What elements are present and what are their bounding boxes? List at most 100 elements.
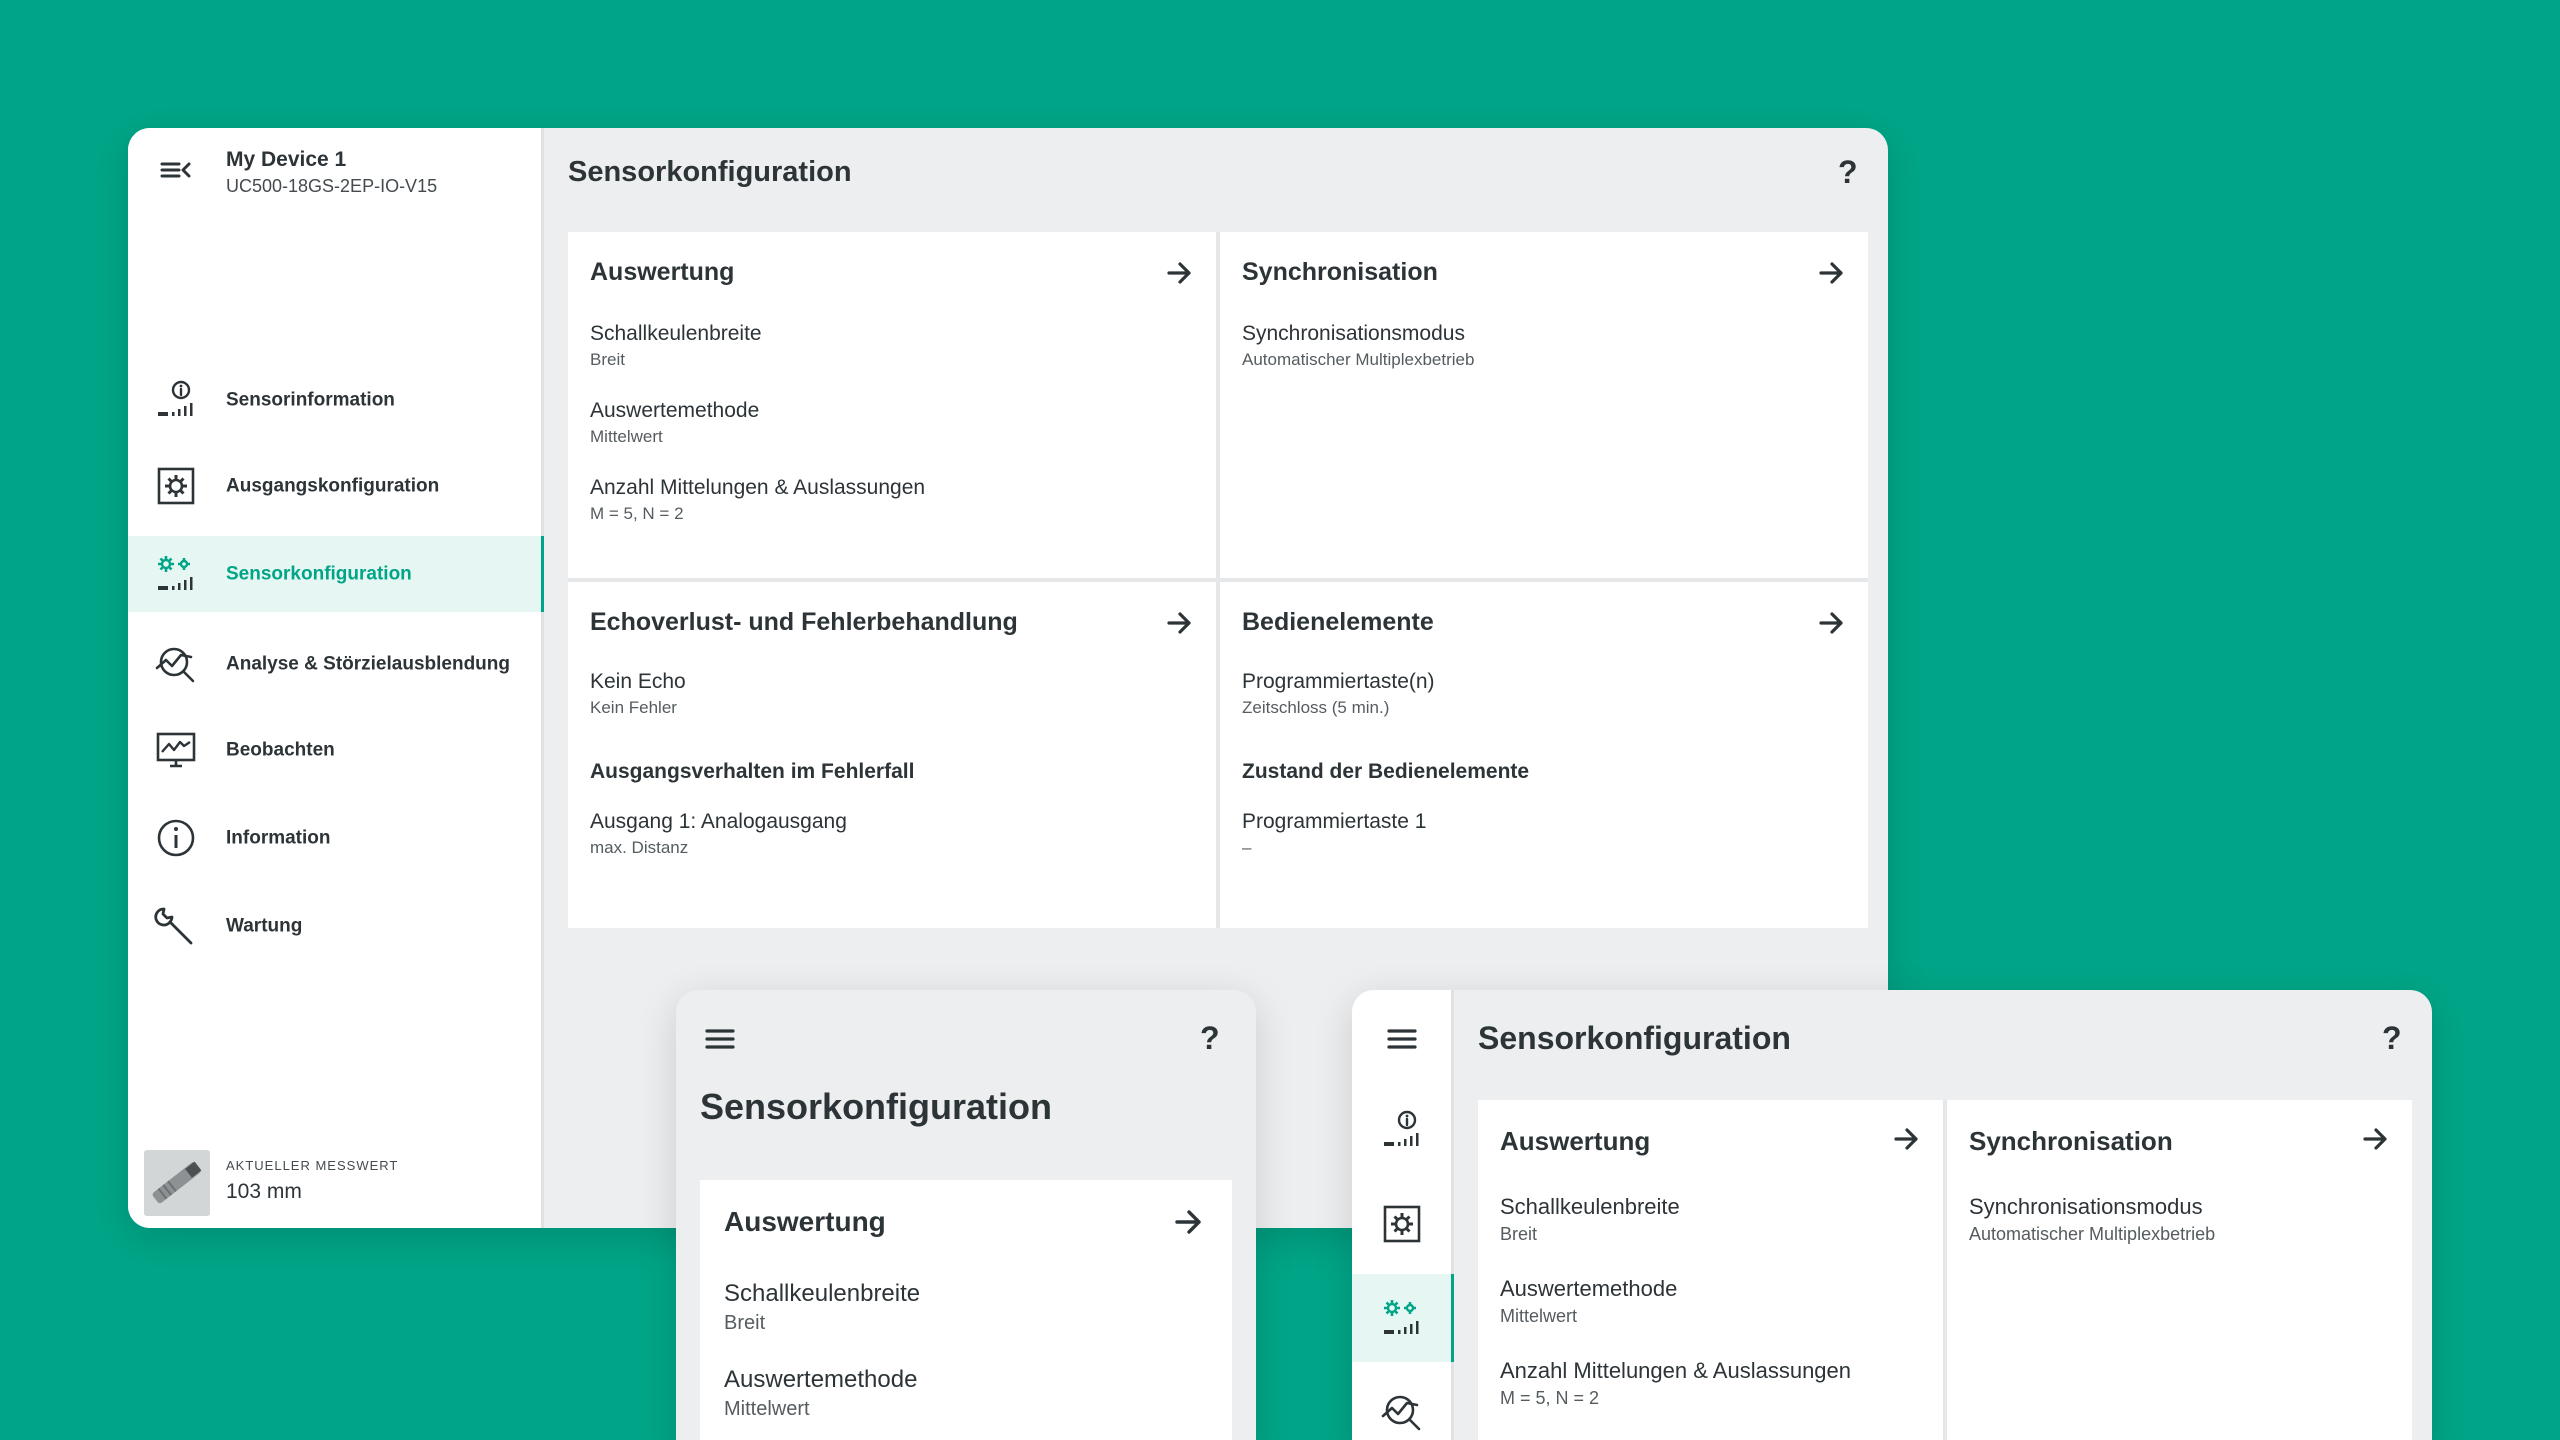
- card-title: Synchronisation: [1969, 1126, 2173, 1156]
- arrow-right-icon[interactable]: [2362, 1126, 2390, 1152]
- arrow-right-icon[interactable]: [1893, 1126, 1921, 1152]
- field-label: Programmiertaste 1: [1242, 810, 1427, 833]
- field: Ausgang 1: Analogausgang max. Distanz: [590, 808, 847, 860]
- collapse-menu-icon[interactable]: [158, 156, 192, 184]
- field-value: M = 5, N = 2: [590, 504, 684, 523]
- field-value: Automatischer Multiplexbetrieb: [1969, 1224, 2216, 1244]
- config-card-grid: Auswertung Schallkeulenbreite Breit Auswe…: [568, 232, 1868, 928]
- nav-item-sensorinformation[interactable]: [1352, 1086, 1451, 1174]
- mobile-window: ? Sensorkonfiguration Auswertung Schallk…: [676, 990, 1256, 1440]
- monitor-icon: [154, 728, 198, 772]
- hamburger-menu-icon[interactable]: [1386, 1026, 1418, 1052]
- nav-item-sensorinformation[interactable]: Sensorinformation: [128, 362, 541, 438]
- card-echoverlust[interactable]: Echoverlust- und Fehlerbehandlung Kein E…: [568, 582, 1216, 928]
- card-title: Synchronisation: [1242, 258, 1438, 286]
- card-title: Auswertung: [1500, 1126, 1651, 1156]
- nav-item-ausgangskonfiguration[interactable]: [1352, 1180, 1451, 1268]
- field: Kein Echo Kein Fehler: [590, 668, 686, 720]
- config-card-grid: Auswertung Schallkeulenbreite Breit Auswe…: [1478, 1100, 2412, 1440]
- field: Synchronisationsmodus Automatischer Multi…: [1242, 320, 1474, 372]
- analysis-icon: [1380, 1390, 1424, 1434]
- field: Programmiertaste 1 –: [1242, 808, 1426, 860]
- field: Anzahl Mittelungen & Auslassungen M = 5, …: [590, 474, 925, 526]
- field-label: Anzahl Mittelungen & Auslassungen: [1500, 1358, 1852, 1383]
- field-label: Synchronisationsmodus: [1969, 1194, 2203, 1219]
- nav-item-label: Sensorinformation: [226, 389, 395, 411]
- field-value: Mittelwert: [724, 1398, 810, 1420]
- field-value: Automatischer Multiplexbetrieb: [1242, 350, 1475, 369]
- field-value: M = 5, N = 2: [1500, 1388, 1600, 1408]
- nav-item-label: Information: [226, 827, 331, 849]
- compact-sidebar: [1352, 990, 1454, 1440]
- field: Schallkeulenbreite Breit: [590, 320, 762, 372]
- nav-item-sensorkonfiguration[interactable]: Sensorkonfiguration: [128, 536, 544, 612]
- arrow-right-icon[interactable]: [1166, 610, 1194, 636]
- wrench-icon: [154, 904, 198, 948]
- measurement-caption: AKTUELLER MESSWERT: [226, 1158, 399, 1173]
- device-model: UC500-18GS-2EP-IO-V15: [226, 176, 438, 196]
- page-title: Sensorkonfiguration: [1478, 1020, 1791, 1056]
- field-label: Schallkeulenbreite: [1500, 1194, 1680, 1219]
- arrow-right-icon[interactable]: [1166, 260, 1194, 286]
- card-subheading: Ausgangsverhalten im Fehlerfall: [590, 760, 915, 783]
- card-synchronisation[interactable]: Synchronisation Synchronisationsmodus Aut…: [1947, 1100, 2412, 1440]
- field-label: Programmiertaste(n): [1242, 670, 1435, 693]
- field-label: Schallkeulenbreite: [590, 322, 762, 345]
- field-value: max. Distanz: [590, 838, 689, 857]
- current-measurement: AKTUELLER MESSWERT 103 mm: [144, 1146, 524, 1216]
- field-value: Kein Fehler: [590, 698, 677, 717]
- field-value: Breit: [724, 1312, 766, 1334]
- card-title: Auswertung: [724, 1206, 886, 1237]
- field-label: Auswertemethode: [724, 1366, 918, 1393]
- nav-item-label: Sensorkonfiguration: [226, 563, 412, 585]
- card-subheading: Zustand der Bedienelemente: [1242, 760, 1530, 783]
- card-auswertung[interactable]: Auswertung Schallkeulenbreite Breit Auswe…: [568, 232, 1216, 578]
- tablet-window: Sensorkonfiguration ? Auswertung Schallk…: [1352, 990, 2432, 1440]
- nav-item-analyse[interactable]: Analyse & Störzielausblendung: [128, 624, 541, 704]
- sensor-info-icon: [1380, 1108, 1424, 1152]
- hamburger-menu-icon[interactable]: [704, 1026, 736, 1052]
- sensor-config-icon: [1380, 1296, 1424, 1340]
- field-value: Mittelwert: [590, 427, 663, 446]
- field-label: Ausgang 1: Analogausgang: [590, 810, 847, 833]
- card-title: Auswertung: [590, 258, 735, 286]
- field-value: Mittelwert: [1500, 1306, 1578, 1326]
- arrow-right-icon[interactable]: [1818, 260, 1846, 286]
- field: Anzahl Mittelungen & Auslassungen M = 5, …: [1500, 1356, 1851, 1410]
- nav-item-wartung[interactable]: Wartung: [128, 888, 541, 964]
- page-title: Sensorkonfiguration: [568, 156, 852, 188]
- output-config-icon: [1380, 1202, 1424, 1246]
- help-button[interactable]: ?: [2382, 1020, 2402, 1057]
- card-synchronisation[interactable]: Synchronisation Synchronisationsmodus Aut…: [1220, 232, 1868, 578]
- nav-item-information[interactable]: Information: [128, 800, 541, 876]
- field-label: Anzahl Mittelungen & Auslassungen: [590, 476, 926, 499]
- nav-item-ausgangskonfiguration[interactable]: Ausgangskonfiguration: [128, 448, 541, 524]
- field-label: Kein Echo: [590, 670, 686, 693]
- field-label: Synchronisationsmodus: [1242, 322, 1465, 345]
- nav-item-analyse[interactable]: [1352, 1368, 1451, 1440]
- field: Synchronisationsmodus Automatischer Multi…: [1969, 1192, 2215, 1246]
- nav-item-label: Ausgangskonfiguration: [226, 475, 440, 497]
- field: Auswertemethode Mittelwert: [1500, 1274, 1677, 1328]
- help-button[interactable]: ?: [1838, 154, 1858, 191]
- nav-item-sensorkonfiguration[interactable]: [1352, 1274, 1454, 1362]
- nav-item-beobachten[interactable]: Beobachten: [128, 712, 541, 788]
- card-auswertung[interactable]: Auswertung Schallkeulenbreite Breit Auswe…: [700, 1180, 1232, 1440]
- output-config-icon: [154, 464, 198, 508]
- arrow-right-icon[interactable]: [1818, 610, 1846, 636]
- field: Programmiertaste(n) Zeitschloss (5 min.): [1242, 668, 1435, 720]
- field-value: Breit: [1500, 1224, 1538, 1244]
- device-name: My Device 1: [226, 148, 347, 171]
- card-bedienelemente[interactable]: Bedienelemente Programmiertaste(n) Zeitsc…: [1220, 582, 1868, 928]
- nav-item-label: Analyse & Störzielausblendung: [226, 653, 510, 675]
- arrow-right-icon[interactable]: [1174, 1208, 1204, 1236]
- field-value: –: [1242, 838, 1252, 857]
- nav-item-label: Wartung: [226, 915, 303, 937]
- help-button[interactable]: ?: [1200, 1020, 1220, 1057]
- card-auswertung[interactable]: Auswertung Schallkeulenbreite Breit Auswe…: [1478, 1100, 1943, 1440]
- field: Auswertemethode Mittelwert: [724, 1364, 917, 1422]
- card-title: Bedienelemente: [1242, 608, 1434, 636]
- field-label: Auswertemethode: [1500, 1276, 1678, 1301]
- sensor-info-icon: [154, 378, 198, 422]
- nav-item-label: Beobachten: [226, 739, 335, 761]
